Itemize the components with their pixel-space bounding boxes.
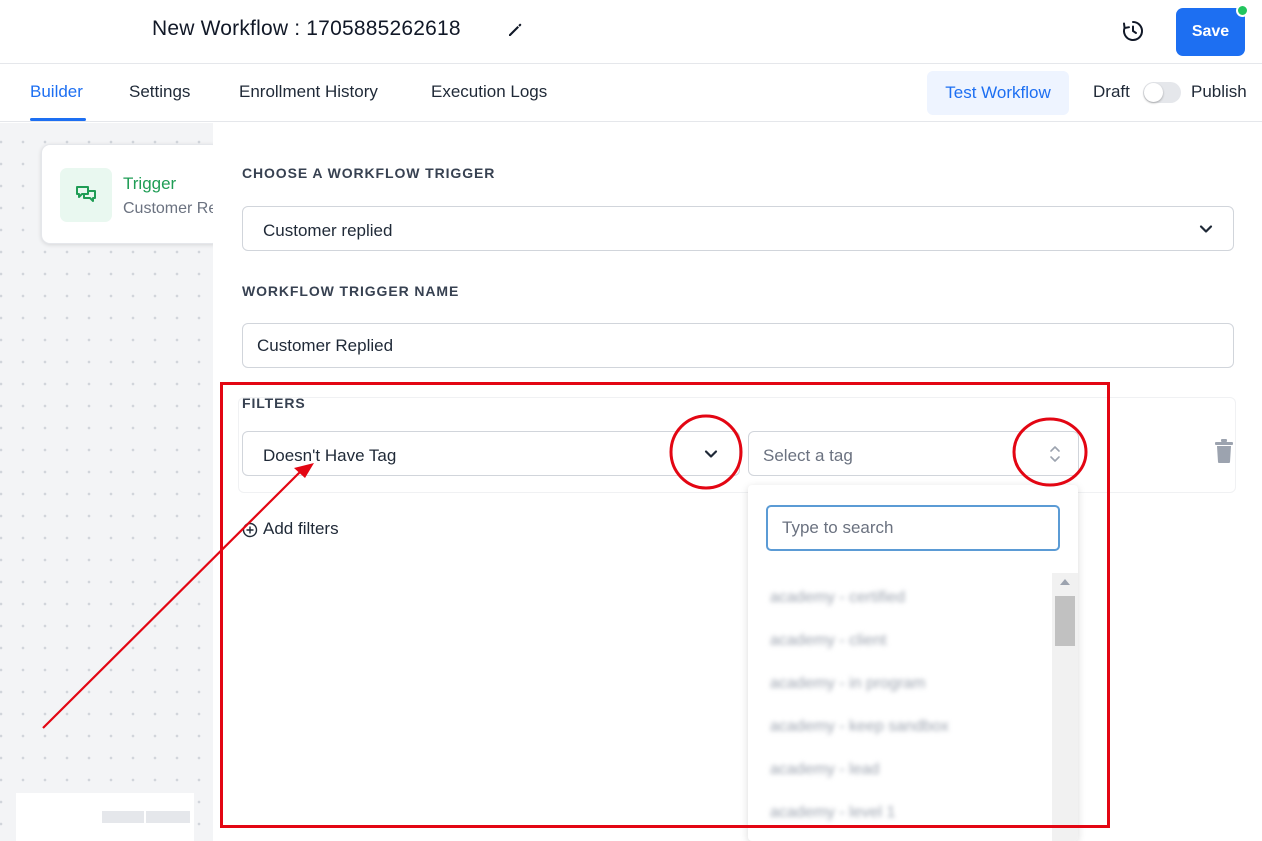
canvas-minimap bbox=[16, 793, 194, 841]
chevron-up-down-icon bbox=[1050, 446, 1060, 462]
tab-settings[interactable]: Settings bbox=[129, 82, 190, 102]
test-workflow-button[interactable]: Test Workflow bbox=[927, 71, 1069, 115]
publish-label: Publish bbox=[1191, 82, 1247, 101]
trigger-card-title: Trigger bbox=[123, 174, 177, 193]
trash-icon[interactable] bbox=[1213, 438, 1235, 464]
minimap-block bbox=[102, 811, 144, 823]
chevron-down-icon bbox=[704, 450, 718, 458]
tag-dropdown: academy - certified academy - client aca… bbox=[748, 485, 1078, 841]
trigger-section-label: CHOOSE A WORKFLOW TRIGGER bbox=[242, 165, 496, 181]
tab-enrollment-history[interactable]: Enrollment History bbox=[239, 82, 378, 102]
draft-label: Draft bbox=[1093, 82, 1130, 101]
chat-bubbles-icon bbox=[76, 186, 96, 202]
tab-bar: Builder Settings Enrollment History Exec… bbox=[0, 64, 1262, 122]
workflow-title: New Workflow : 1705885262618 bbox=[152, 17, 461, 40]
filter-condition-select[interactable]: Doesn't Have Tag bbox=[242, 431, 740, 476]
publish-toggle[interactable] bbox=[1143, 82, 1181, 103]
tag-search-input[interactable] bbox=[766, 505, 1060, 551]
scroll-up-arrow-icon[interactable] bbox=[1060, 579, 1070, 585]
trigger-node-card[interactable]: Trigger Customer Replied bbox=[41, 144, 221, 244]
active-tab-indicator bbox=[30, 118, 86, 121]
filters-label: FILTERS bbox=[242, 395, 306, 411]
toggle-knob bbox=[1144, 83, 1163, 102]
tag-option[interactable]: academy - client bbox=[770, 632, 887, 650]
trigger-icon-container bbox=[60, 168, 112, 222]
tag-option[interactable]: academy - in program bbox=[770, 675, 926, 693]
tag-option[interactable]: academy - certified bbox=[770, 589, 905, 607]
trigger-select[interactable]: Customer replied bbox=[242, 206, 1234, 251]
trigger-name-label: WORKFLOW TRIGGER NAME bbox=[242, 283, 460, 299]
tab-execution-logs[interactable]: Execution Logs bbox=[431, 82, 547, 102]
tag-select-placeholder: Select a tag bbox=[763, 446, 853, 465]
add-filters-label: Add filters bbox=[263, 519, 339, 538]
tag-select[interactable]: Select a tag bbox=[748, 431, 1079, 476]
trigger-card-subtitle: Customer Replied bbox=[123, 200, 220, 217]
scrollbar-thumb[interactable] bbox=[1055, 596, 1075, 646]
chevron-down-icon bbox=[1199, 225, 1213, 233]
trigger-name-input[interactable] bbox=[242, 323, 1234, 368]
top-header: New Workflow : 1705885262618 Save bbox=[0, 0, 1262, 64]
tag-option[interactable]: academy - lead bbox=[770, 761, 879, 779]
dropdown-scrollbar[interactable] bbox=[1052, 573, 1078, 841]
trigger-select-value: Customer replied bbox=[263, 221, 393, 240]
tag-option[interactable]: academy - level 1 bbox=[770, 804, 895, 822]
plus-circle-icon bbox=[242, 522, 258, 538]
minimap-block bbox=[146, 811, 190, 823]
status-dot bbox=[1236, 4, 1249, 17]
tab-builder[interactable]: Builder bbox=[30, 82, 83, 102]
pencil-edit-icon[interactable] bbox=[506, 21, 524, 39]
filter-condition-value: Doesn't Have Tag bbox=[263, 446, 397, 465]
tag-option[interactable]: academy - keep sandbox bbox=[770, 718, 949, 736]
save-button[interactable]: Save bbox=[1176, 8, 1245, 56]
history-clock-icon[interactable] bbox=[1121, 19, 1145, 43]
